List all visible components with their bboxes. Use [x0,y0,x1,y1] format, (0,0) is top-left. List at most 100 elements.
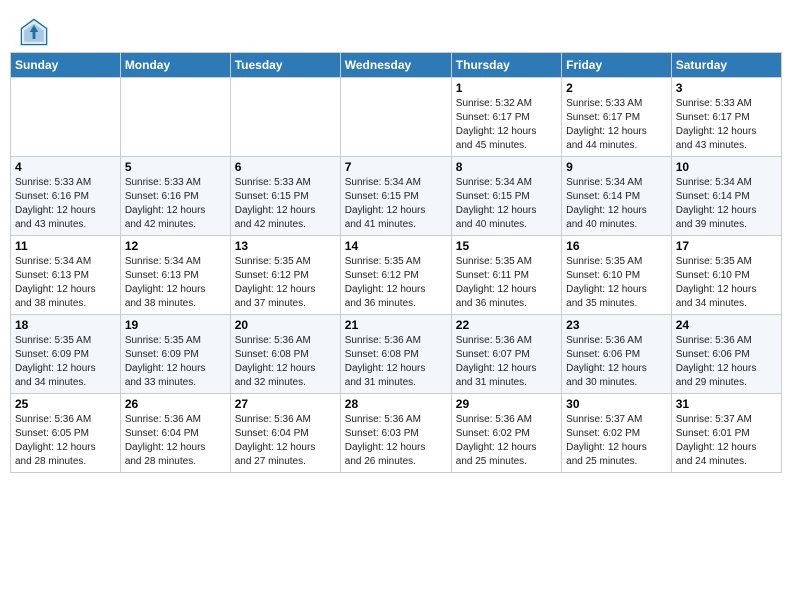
calendar-week-row: 25 Sunrise: 5:36 AM Sunset: 6:05 PM Dayli… [11,394,782,473]
day-number: 9 [566,160,667,174]
day-info: Sunrise: 5:36 AM Sunset: 6:04 PM Dayligh… [235,413,336,469]
day-info: Sunrise: 5:37 AM Sunset: 6:01 PM Dayligh… [676,413,777,469]
day-number: 22 [456,318,557,332]
weekday-header: Monday [120,53,230,78]
logo [20,18,52,46]
day-number: 25 [15,397,116,411]
day-number: 14 [345,239,447,253]
calendar-cell: 8 Sunrise: 5:34 AM Sunset: 6:15 PM Daylig… [451,157,561,236]
day-info: Sunrise: 5:36 AM Sunset: 6:06 PM Dayligh… [566,334,667,390]
day-number: 30 [566,397,667,411]
day-number: 23 [566,318,667,332]
day-info: Sunrise: 5:35 AM Sunset: 6:11 PM Dayligh… [456,255,557,311]
weekday-header: Friday [562,53,672,78]
day-info: Sunrise: 5:35 AM Sunset: 6:12 PM Dayligh… [235,255,336,311]
calendar-cell: 5 Sunrise: 5:33 AM Sunset: 6:16 PM Daylig… [120,157,230,236]
day-number: 20 [235,318,336,332]
calendar-cell: 14 Sunrise: 5:35 AM Sunset: 6:12 PM Dayli… [340,236,451,315]
calendar-cell: 11Sunrise: 5:34 AM Sunset: 6:13 PM Dayli… [11,236,121,315]
day-number: 10 [676,160,777,174]
day-info: Sunrise: 5:36 AM Sunset: 6:07 PM Dayligh… [456,334,557,390]
day-number: 27 [235,397,336,411]
day-info: Sunrise: 5:34 AM Sunset: 6:15 PM Dayligh… [456,176,557,232]
day-number: 7 [345,160,447,174]
calendar-cell: 1 Sunrise: 5:32 AM Sunset: 6:17 PM Daylig… [451,78,561,157]
calendar-cell: 17Sunrise: 5:35 AM Sunset: 6:10 PM Dayli… [671,236,781,315]
calendar-cell: 23 Sunrise: 5:36 AM Sunset: 6:06 PM Dayli… [562,315,672,394]
calendar-cell: 20 Sunrise: 5:36 AM Sunset: 6:08 PM Dayli… [230,315,340,394]
day-info: Sunrise: 5:36 AM Sunset: 6:02 PM Dayligh… [456,413,557,469]
calendar-cell: 28 Sunrise: 5:36 AM Sunset: 6:03 PM Dayli… [340,394,451,473]
weekday-header: Thursday [451,53,561,78]
calendar-cell: 26 Sunrise: 5:36 AM Sunset: 6:04 PM Dayli… [120,394,230,473]
day-info: Sunrise: 5:34 AM Sunset: 6:14 PM Dayligh… [566,176,667,232]
day-info: Sunrise: 5:33 AM Sunset: 6:17 PM Dayligh… [566,97,667,153]
day-info: Sunrise: 5:34 AM Sunset: 6:14 PM Dayligh… [676,176,777,232]
day-info: Sunrise: 5:35 AM Sunset: 6:12 PM Dayligh… [345,255,447,311]
calendar-cell: 12 Sunrise: 5:34 AM Sunset: 6:13 PM Dayli… [120,236,230,315]
calendar-cell: 15 Sunrise: 5:35 AM Sunset: 6:11 PM Dayli… [451,236,561,315]
calendar-week-row: 11Sunrise: 5:34 AM Sunset: 6:13 PM Dayli… [11,236,782,315]
calendar-table: SundayMondayTuesdayWednesdayThursdayFrid… [10,52,782,473]
day-info: Sunrise: 5:34 AM Sunset: 6:15 PM Dayligh… [345,176,447,232]
day-number: 6 [235,160,336,174]
weekday-header: Wednesday [340,53,451,78]
calendar-week-row: 4 Sunrise: 5:33 AM Sunset: 6:16 PM Daylig… [11,157,782,236]
day-info: Sunrise: 5:36 AM Sunset: 6:03 PM Dayligh… [345,413,447,469]
day-info: Sunrise: 5:35 AM Sunset: 6:09 PM Dayligh… [15,334,116,390]
day-number: 17 [676,239,777,253]
day-number: 5 [125,160,226,174]
page-header [10,10,782,52]
day-number: 15 [456,239,557,253]
calendar-cell: 25 Sunrise: 5:36 AM Sunset: 6:05 PM Dayli… [11,394,121,473]
calendar-cell: 24Sunrise: 5:36 AM Sunset: 6:06 PM Dayli… [671,315,781,394]
day-info: Sunrise: 5:33 AM Sunset: 6:15 PM Dayligh… [235,176,336,232]
day-info: Sunrise: 5:32 AM Sunset: 6:17 PM Dayligh… [456,97,557,153]
day-info: Sunrise: 5:35 AM Sunset: 6:10 PM Dayligh… [566,255,667,311]
weekday-header: Tuesday [230,53,340,78]
day-number: 4 [15,160,116,174]
calendar-cell: 21 Sunrise: 5:36 AM Sunset: 6:08 PM Dayli… [340,315,451,394]
day-info: Sunrise: 5:36 AM Sunset: 6:08 PM Dayligh… [345,334,447,390]
calendar-cell: 22 Sunrise: 5:36 AM Sunset: 6:07 PM Dayli… [451,315,561,394]
day-number: 13 [235,239,336,253]
day-number: 24 [676,318,777,332]
calendar-cell [340,78,451,157]
calendar-cell: 13 Sunrise: 5:35 AM Sunset: 6:12 PM Dayli… [230,236,340,315]
day-number: 2 [566,81,667,95]
calendar-cell: 4Sunrise: 5:33 AM Sunset: 6:16 PM Daylig… [11,157,121,236]
calendar-cell [120,78,230,157]
calendar-cell: 2 Sunrise: 5:33 AM Sunset: 6:17 PM Daylig… [562,78,672,157]
day-info: Sunrise: 5:36 AM Sunset: 6:04 PM Dayligh… [125,413,226,469]
calendar-cell: 18Sunrise: 5:35 AM Sunset: 6:09 PM Dayli… [11,315,121,394]
calendar-week-row: 1 Sunrise: 5:32 AM Sunset: 6:17 PM Daylig… [11,78,782,157]
calendar-cell: 7 Sunrise: 5:34 AM Sunset: 6:15 PM Daylig… [340,157,451,236]
calendar-cell: 27 Sunrise: 5:36 AM Sunset: 6:04 PM Dayli… [230,394,340,473]
day-number: 26 [125,397,226,411]
day-info: Sunrise: 5:36 AM Sunset: 6:05 PM Dayligh… [15,413,116,469]
day-info: Sunrise: 5:37 AM Sunset: 6:02 PM Dayligh… [566,413,667,469]
weekday-header: Saturday [671,53,781,78]
calendar-cell: 10 Sunrise: 5:34 AM Sunset: 6:14 PM Dayli… [671,157,781,236]
day-number: 1 [456,81,557,95]
calendar-cell: 19 Sunrise: 5:35 AM Sunset: 6:09 PM Dayli… [120,315,230,394]
weekday-header: Sunday [11,53,121,78]
calendar-header-row: SundayMondayTuesdayWednesdayThursdayFrid… [11,53,782,78]
day-number: 3 [676,81,777,95]
calendar-cell [230,78,340,157]
calendar-cell: 6 Sunrise: 5:33 AM Sunset: 6:15 PM Daylig… [230,157,340,236]
logo-icon [20,18,48,46]
calendar-cell: 3Sunrise: 5:33 AM Sunset: 6:17 PM Daylig… [671,78,781,157]
calendar-cell: 29Sunrise: 5:36 AM Sunset: 6:02 PM Dayli… [451,394,561,473]
day-number: 28 [345,397,447,411]
day-number: 12 [125,239,226,253]
day-number: 8 [456,160,557,174]
day-info: Sunrise: 5:35 AM Sunset: 6:09 PM Dayligh… [125,334,226,390]
day-info: Sunrise: 5:33 AM Sunset: 6:16 PM Dayligh… [125,176,226,232]
day-info: Sunrise: 5:34 AM Sunset: 6:13 PM Dayligh… [125,255,226,311]
day-number: 19 [125,318,226,332]
day-number: 31 [676,397,777,411]
day-number: 21 [345,318,447,332]
day-info: Sunrise: 5:36 AM Sunset: 6:08 PM Dayligh… [235,334,336,390]
calendar-cell: 16Sunrise: 5:35 AM Sunset: 6:10 PM Dayli… [562,236,672,315]
